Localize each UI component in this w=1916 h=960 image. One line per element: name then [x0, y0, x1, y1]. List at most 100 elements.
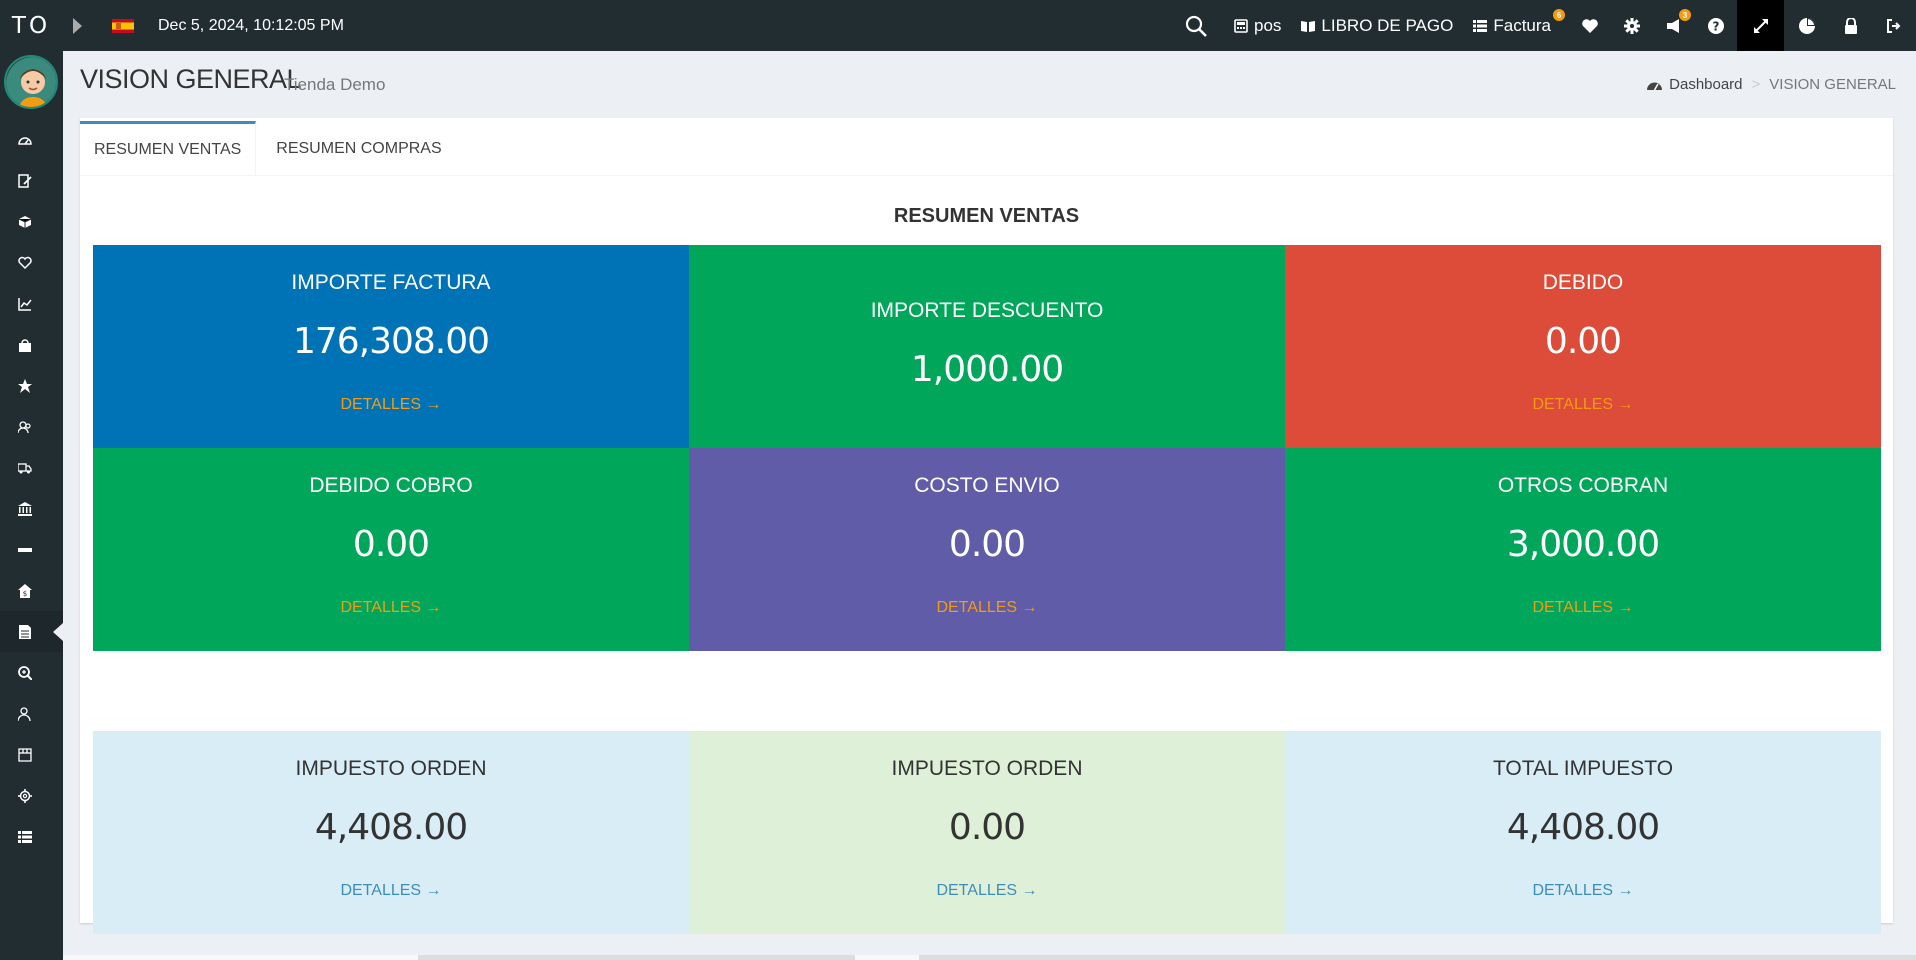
sidebar-item-bank[interactable] [0, 488, 63, 529]
tab-resumen-compras[interactable]: RESUMEN COMPRAS [256, 121, 455, 176]
details-link[interactable]: DETALLES → [340, 396, 441, 414]
file-text-icon [19, 624, 31, 639]
sidebar-item-shopping[interactable] [0, 324, 63, 365]
box-title: COSTO ENVIO [914, 474, 1060, 497]
sidebar-item-suppliers[interactable] [0, 447, 63, 488]
dashboard-icon [1647, 82, 1663, 91]
details-link[interactable]: DETALLES → [1532, 396, 1633, 414]
help-button[interactable]: ? [1695, 0, 1737, 51]
sidebar-item-overview[interactable] [0, 611, 63, 652]
sidebar-item-wishlist[interactable] [0, 242, 63, 283]
pie-chart-icon [1799, 17, 1815, 34]
search-icon [1185, 15, 1207, 37]
box-title: DEBIDO COBRO [309, 474, 473, 497]
box-value: 1,000.00 [910, 349, 1064, 390]
box-value: 0.00 [948, 524, 1026, 565]
wishlist-button[interactable] [1569, 0, 1611, 51]
bullhorn-icon [1667, 18, 1679, 33]
user-avatar[interactable] [4, 55, 58, 109]
pos-terminal-icon [1234, 18, 1248, 33]
truck-icon [18, 462, 32, 473]
dashboard-icon [18, 136, 32, 145]
cube-icon [18, 215, 32, 228]
breadcrumb-current: VISION GENERAL [1769, 76, 1896, 93]
summary-box-importe-factura: IMPORTE FACTURA 176,308.00 DETALLES → [93, 245, 689, 448]
sidebar-item-dashboard[interactable] [0, 119, 63, 160]
factura-label: Factura [1493, 15, 1551, 35]
pos-label: pos [1253, 15, 1282, 35]
sidebar-item-stores[interactable] [0, 734, 63, 775]
horizontal-scrollbar[interactable] [63, 955, 1916, 960]
details-link[interactable]: DETALLES → [936, 882, 1037, 900]
sidebar-item-expenses[interactable] [0, 529, 63, 570]
reports-button[interactable] [1784, 0, 1830, 51]
sidebar-item-analytics[interactable] [0, 652, 63, 693]
expand-icon [1753, 18, 1768, 33]
details-link[interactable]: DETALLES → [340, 882, 441, 900]
question-circle-icon: ? [1708, 17, 1724, 34]
gear-icon [1624, 17, 1640, 34]
lock-button[interactable] [1830, 0, 1872, 51]
scrollbar-thumb[interactable] [63, 955, 418, 960]
search-plus-icon [18, 665, 32, 680]
tax-box-impuesto-orden-2: IMPUESTO ORDEN 0.00 DETALLES → [689, 731, 1285, 934]
tax-summary-grid: IMPUESTO ORDEN 4,408.00 DETALLES → IMPUE… [93, 731, 1881, 934]
box-value: 0.00 [352, 524, 430, 565]
caret-right-icon [73, 17, 82, 34]
details-link[interactable]: DETALLES → [1532, 599, 1633, 617]
details-link[interactable]: DETALLES → [340, 599, 441, 617]
sidebar-item-products[interactable] [0, 201, 63, 242]
libro-de-pago-link[interactable]: LIBRO DE PAGO [1291, 0, 1463, 51]
language-flag-icon[interactable] [112, 18, 134, 33]
box-title: IMPORTE FACTURA [291, 271, 491, 294]
notifications-button[interactable]: 3 [1653, 0, 1695, 51]
sidebar-item-settings[interactable] [0, 775, 63, 816]
page-title: VISION GENERAL [80, 64, 302, 94]
sidebar-item-users[interactable] [0, 693, 63, 734]
box-value: 0.00 [948, 807, 1026, 848]
factura-link[interactable]: Factura 6 [1463, 0, 1569, 51]
summary-box-otros-cobran: OTROS COBRAN 3,000.00 DETALLES → [1285, 448, 1881, 651]
top-navbar: TO Dec 5, 2024, 10:12:05 PM pos LIBRO DE… [0, 0, 1916, 51]
box-title: IMPORTE DESCUENTO [870, 299, 1104, 322]
page-subtitle: Tienda Demo [284, 75, 386, 94]
user-avatar-icon [6, 57, 56, 107]
app-logo[interactable]: TO [0, 0, 62, 51]
section-title: RESUMEN VENTAS [893, 205, 1080, 227]
edit-icon [18, 173, 32, 188]
minus-icon [18, 547, 32, 552]
settings-button[interactable] [1611, 0, 1653, 51]
tab-bar: RESUMEN VENTAS RESUMEN COMPRAS [80, 121, 1893, 176]
details-link[interactable]: DETALLES → [1532, 882, 1633, 900]
tax-box-impuesto-orden: IMPUESTO ORDEN 4,408.00 DETALLES → [93, 731, 689, 934]
list-icon [18, 830, 32, 843]
fullscreen-button[interactable] [1737, 0, 1784, 51]
sidebar-item-edit[interactable] [0, 160, 63, 201]
logout-button[interactable] [1872, 0, 1916, 51]
main-content: VISION GENERAL Tienda Demo Dashboard > V… [63, 51, 1916, 960]
group-icon [18, 420, 31, 433]
sidebar-item-loans[interactable]: $ [0, 570, 63, 611]
sales-summary-grid: IMPORTE FACTURA 176,308.00 DETALLES → IM… [93, 245, 1881, 651]
tab-resumen-ventas[interactable]: RESUMEN VENTAS [80, 121, 257, 176]
scrollbar-thumb-secondary[interactable] [855, 955, 919, 960]
list-icon [1473, 19, 1488, 32]
book-open-icon [1301, 20, 1316, 32]
summary-box-importe-descuento: IMPORTE DESCUENTO 1,000.00 [689, 245, 1285, 448]
sidebar-toggle-button[interactable] [62, 0, 92, 51]
box-title: OTROS COBRAN [1497, 474, 1669, 497]
pos-link[interactable]: pos [1224, 0, 1291, 51]
breadcrumb-dashboard-link[interactable]: Dashboard [1669, 76, 1742, 93]
lock-icon [1845, 17, 1857, 34]
sidebar-item-reports[interactable] [0, 283, 63, 324]
box-value: 0.00 [1544, 321, 1622, 362]
sidebar-item-favorites[interactable] [0, 365, 63, 406]
bank-icon [18, 501, 32, 516]
breadcrumb: Dashboard > VISION GENERAL [1647, 76, 1896, 93]
details-link[interactable]: DETALLES → [936, 599, 1037, 617]
svg-text:$: $ [23, 590, 27, 598]
search-button[interactable] [1168, 0, 1224, 51]
sidebar-item-customers[interactable] [0, 406, 63, 447]
sidebar-item-more[interactable] [0, 816, 63, 857]
box-value: 176,308.00 [292, 321, 490, 362]
